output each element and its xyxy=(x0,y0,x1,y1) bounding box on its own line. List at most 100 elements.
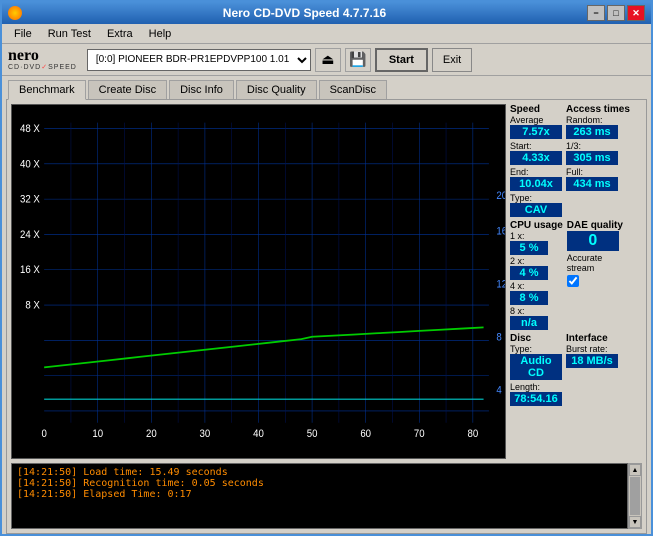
cpu-8x-label: 8 x: xyxy=(510,306,563,316)
disc-header: Disc xyxy=(510,333,562,344)
svg-text:20: 20 xyxy=(146,428,157,440)
menu-bar: File Run Test Extra Help xyxy=(2,24,651,44)
average-value: 7.57x xyxy=(510,125,562,139)
end-value: 10.04x xyxy=(510,177,562,191)
nero-logo: nero CD·DVD✓SPEED xyxy=(8,48,77,71)
svg-text:20: 20 xyxy=(496,191,505,203)
dae-header: DAE quality xyxy=(567,220,623,231)
full-value: 434 ms xyxy=(566,177,618,191)
svg-text:8 X: 8 X xyxy=(25,300,40,312)
cpu-4x-label: 4 x: xyxy=(510,281,563,291)
chart-container: 48 X 40 X 32 X 24 X 16 X 8 X 20 16 12 8 … xyxy=(11,104,506,459)
disc-length-value: 78:54.16 xyxy=(510,392,562,406)
log-scrollbar: ▲ ▼ xyxy=(628,463,642,529)
log-output: [14:21:50] Load time: 15.49 seconds [14:… xyxy=(11,463,628,529)
svg-text:80: 80 xyxy=(467,428,478,440)
drive-dropdown[interactable]: [0:0] PIONEER BDR-PR1EPDVPP100 1.01 xyxy=(87,49,311,71)
log-line-2: [14:21:50] Recognition time: 0.05 second… xyxy=(17,478,622,489)
cpu-dae-row: CPU usage 1 x: 5 % 2 x: 4 % 4 x: 8 % 8 x… xyxy=(510,220,642,330)
log-section: [14:21:50] Load time: 15.49 seconds [14:… xyxy=(11,463,642,529)
disc-length-label: Length: xyxy=(510,382,562,392)
cpu-4x-value: 8 % xyxy=(510,291,548,305)
cpu-2x-value: 4 % xyxy=(510,266,548,280)
svg-text:16: 16 xyxy=(496,226,505,238)
tab-disc-quality[interactable]: Disc Quality xyxy=(236,80,317,99)
window-controls: − □ ✕ xyxy=(587,5,645,21)
stats-panel: Speed Average 7.57x Start: 4.33x End: 10… xyxy=(510,104,642,459)
tab-disc-info[interactable]: Disc Info xyxy=(169,80,234,99)
close-button[interactable]: ✕ xyxy=(627,5,645,21)
cpu-section: CPU usage 1 x: 5 % 2 x: 4 % 4 x: 8 % 8 x… xyxy=(510,220,563,330)
cpu-1x-value: 5 % xyxy=(510,241,548,255)
cpu-header: CPU usage xyxy=(510,220,563,231)
burst-value: 18 MB/s xyxy=(566,354,618,368)
scroll-down-button[interactable]: ▼ xyxy=(629,516,641,528)
disc-interface-row: Disc Type: Audio CD Length: 78:54.16 Int… xyxy=(510,333,642,406)
toolbar: nero CD·DVD✓SPEED [0:0] PIONEER BDR-PR1E… xyxy=(2,44,651,76)
exit-button[interactable]: Exit xyxy=(432,48,472,72)
minimize-button[interactable]: − xyxy=(587,5,605,21)
one-third-value: 305 ms xyxy=(566,151,618,165)
disc-type-label: Type: xyxy=(510,344,562,354)
nero-logo-text: nero xyxy=(8,48,77,64)
random-value: 263 ms xyxy=(566,125,618,139)
tab-content: 48 X 40 X 32 X 24 X 16 X 8 X 20 16 12 8 … xyxy=(6,99,647,534)
disc-section: Disc Type: Audio CD Length: 78:54.16 xyxy=(510,333,562,406)
tab-create-disc[interactable]: Create Disc xyxy=(88,80,167,99)
accurate-stream-check xyxy=(567,275,623,287)
app-icon xyxy=(8,6,22,20)
svg-text:24 X: 24 X xyxy=(20,230,40,242)
tab-bar: Benchmark Create Disc Disc Info Disc Qua… xyxy=(2,76,651,99)
random-label: Random: xyxy=(566,115,630,125)
tab-scan-disc[interactable]: ScanDisc xyxy=(319,80,387,99)
application-window: Nero CD-DVD Speed 4.7.7.16 − □ ✕ File Ru… xyxy=(0,0,653,536)
window-title: Nero CD-DVD Speed 4.7.7.16 xyxy=(22,6,587,20)
main-content-area: 48 X 40 X 32 X 24 X 16 X 8 X 20 16 12 8 … xyxy=(7,100,646,463)
svg-text:10: 10 xyxy=(92,428,103,440)
eject-button[interactable]: ⏏ xyxy=(315,48,341,72)
nero-logo-sub: CD·DVD✓SPEED xyxy=(8,64,77,71)
accurate-checkbox[interactable] xyxy=(567,275,579,287)
accurate-label2: stream xyxy=(567,263,623,273)
interface-header: Interface xyxy=(566,333,618,344)
type-value: CAV xyxy=(510,203,562,217)
menu-run-test[interactable]: Run Test xyxy=(40,26,99,42)
cpu-1x-label: 1 x: xyxy=(510,231,563,241)
svg-text:50: 50 xyxy=(307,428,318,440)
dae-section: DAE quality 0 Accurate stream xyxy=(567,220,623,330)
start-button[interactable]: Start xyxy=(375,48,428,72)
start-label: Start: xyxy=(510,141,562,151)
access-section: Access times Random: 263 ms 1/3: 305 ms … xyxy=(566,104,630,217)
maximize-button[interactable]: □ xyxy=(607,5,625,21)
svg-text:32 X: 32 X xyxy=(20,194,40,206)
scroll-thumb[interactable] xyxy=(630,477,640,515)
menu-help[interactable]: Help xyxy=(141,26,180,42)
cpu-2x-label: 2 x: xyxy=(510,256,563,266)
svg-text:30: 30 xyxy=(200,428,211,440)
speed-access-row: Speed Average 7.57x Start: 4.33x End: 10… xyxy=(510,104,642,217)
burst-label: Burst rate: xyxy=(566,344,618,354)
title-bar: Nero CD-DVD Speed 4.7.7.16 − □ ✕ xyxy=(2,2,651,24)
log-line-3: [14:21:50] Elapsed Time: 0:17 xyxy=(17,489,622,500)
menu-extra[interactable]: Extra xyxy=(99,26,141,42)
scroll-up-button[interactable]: ▲ xyxy=(629,464,641,476)
end-label: End: xyxy=(510,167,562,177)
full-label: Full: xyxy=(566,167,630,177)
svg-text:4: 4 xyxy=(496,385,502,397)
chart-svg: 48 X 40 X 32 X 24 X 16 X 8 X 20 16 12 8 … xyxy=(12,105,505,458)
dae-value: 0 xyxy=(567,231,619,251)
speed-section: Speed Average 7.57x Start: 4.33x End: 10… xyxy=(510,104,562,217)
menu-file[interactable]: File xyxy=(6,26,40,42)
speed-header: Speed xyxy=(510,104,562,115)
interface-section: Interface Burst rate: 18 MB/s xyxy=(566,333,618,406)
svg-text:40 X: 40 X xyxy=(20,159,40,171)
save-button[interactable]: 💾 xyxy=(345,48,371,72)
svg-text:70: 70 xyxy=(414,428,425,440)
tab-benchmark[interactable]: Benchmark xyxy=(8,80,86,100)
one-third-label: 1/3: xyxy=(566,141,630,151)
access-header: Access times xyxy=(566,104,630,115)
start-value: 4.33x xyxy=(510,151,562,165)
svg-text:16 X: 16 X xyxy=(20,265,40,277)
accurate-label: Accurate xyxy=(567,253,623,263)
svg-text:0: 0 xyxy=(41,428,47,440)
